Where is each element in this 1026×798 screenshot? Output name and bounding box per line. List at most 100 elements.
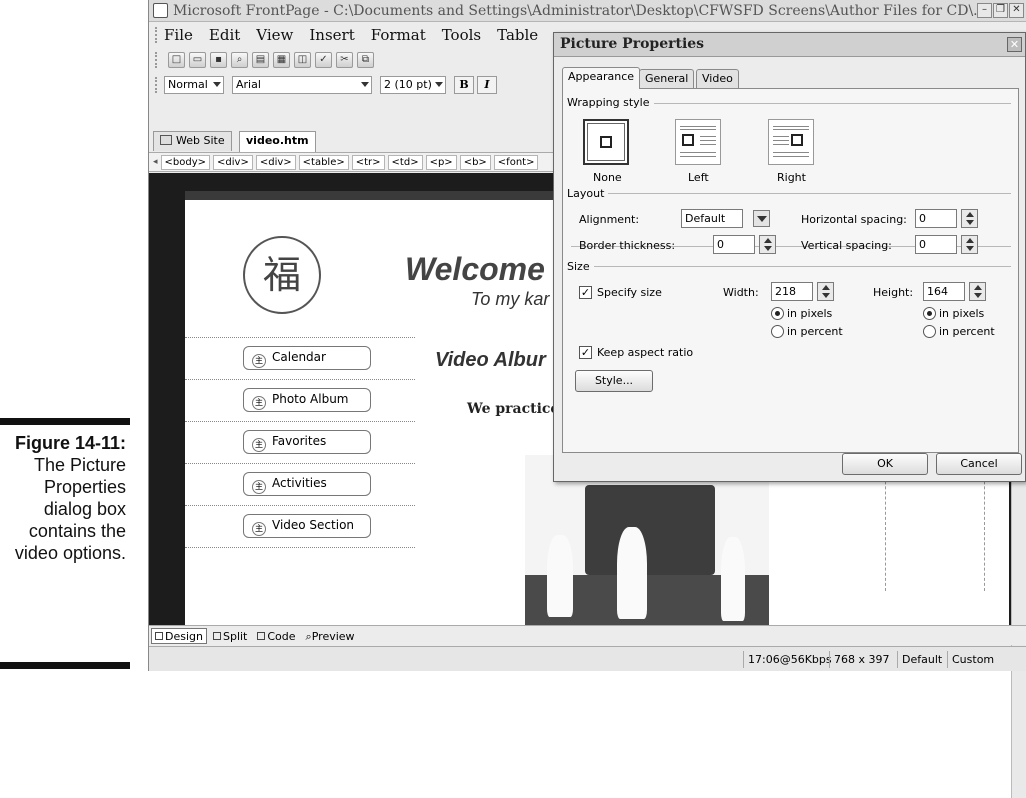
toolbar-grip[interactable]	[155, 77, 158, 93]
menu-insert[interactable]: Insert	[309, 26, 354, 44]
tag-div[interactable]: <div>	[213, 154, 253, 170]
width-label: Width:	[723, 286, 759, 299]
height-field[interactable]: 164	[923, 282, 965, 301]
nav-photo-album-label: Photo Album	[272, 392, 349, 406]
font-select[interactable]: Arial	[232, 76, 372, 94]
width-in-pixels-radio[interactable]	[771, 307, 784, 320]
tab-split[interactable]: Split	[209, 628, 251, 644]
menu-file[interactable]: File	[164, 26, 193, 44]
kanji-icon: 主	[252, 522, 266, 536]
appearance-panel: Wrapping style None Left Right Layout Al…	[562, 88, 1019, 453]
keep-aspect-ratio-checkbox[interactable]: ✓	[579, 346, 592, 359]
tag-b[interactable]: <b>	[459, 154, 491, 170]
menu-format[interactable]: Format	[371, 26, 426, 44]
open-icon[interactable]: ▭	[189, 52, 206, 68]
border-thickness-spinner[interactable]	[759, 235, 776, 254]
tag-td[interactable]: <td>	[387, 154, 423, 170]
tag-p[interactable]: <p>	[425, 154, 457, 170]
restore-icon[interactable]: ❐	[993, 3, 1008, 18]
tag-div[interactable]: <div>	[255, 154, 296, 170]
tab-preview[interactable]: ⌕Preview	[302, 628, 359, 644]
nav-video-section-button[interactable]: 主 Video Section	[243, 514, 371, 538]
tab-web-site[interactable]: Web Site	[153, 131, 232, 151]
close-icon[interactable]: ✕	[1009, 3, 1024, 18]
font-size-select[interactable]: 2 (10 pt)	[380, 76, 446, 94]
style-button[interactable]: Style...	[575, 370, 653, 392]
welcome-tagline: To my kar	[471, 289, 550, 309]
width-spinner[interactable]	[817, 282, 834, 301]
nav-favorites-button[interactable]: 主 Favorites	[243, 430, 371, 454]
menu-view[interactable]: View	[256, 26, 293, 44]
menu-table[interactable]: Table	[497, 26, 538, 44]
tag-tr[interactable]: <tr>	[351, 154, 385, 170]
vertical-spacing-spinner[interactable]	[961, 235, 978, 254]
wrap-right-label: Right	[777, 171, 806, 184]
figure-caption-text: The Picture Properties dialog box contai…	[14, 455, 126, 563]
spin-up-icon	[822, 285, 830, 290]
tab-general[interactable]: General	[639, 69, 695, 88]
nav-calendar-button[interactable]: 主 Calendar	[243, 346, 371, 370]
wrap-none-option[interactable]	[583, 119, 629, 165]
print-icon[interactable]: ▤	[252, 52, 269, 68]
spelling-icon[interactable]: ✓	[315, 52, 332, 68]
print-preview-icon[interactable]: ◫	[294, 52, 311, 68]
tab-code[interactable]: Code	[253, 628, 299, 644]
nav-activities-button[interactable]: 主 Activities	[243, 472, 371, 496]
figure-number: Figure 14-11:	[14, 433, 126, 453]
chevron-down-icon[interactable]	[753, 210, 770, 227]
chevron-left-icon[interactable]: ◂	[153, 157, 158, 167]
menu-tools[interactable]: Tools	[442, 26, 481, 44]
video-clip[interactable]	[525, 455, 769, 641]
menu-edit[interactable]: Edit	[209, 26, 240, 44]
bold-button[interactable]: B	[454, 76, 474, 94]
group-divider	[571, 193, 1011, 194]
specify-size-checkbox[interactable]: ✓	[579, 286, 592, 299]
copy-icon[interactable]: ⧉	[357, 52, 374, 68]
tag-table[interactable]: <table>	[298, 154, 349, 170]
height-in-pixels-radio[interactable]	[923, 307, 936, 320]
horizontal-spacing-spinner[interactable]	[961, 209, 978, 228]
save-icon[interactable]: ▪	[210, 52, 227, 68]
height-label: Height:	[873, 286, 914, 299]
tag-body[interactable]: <body>	[160, 154, 211, 170]
alignment-select[interactable]: Default	[681, 209, 743, 228]
video-album-heading: Video Albur	[435, 349, 546, 371]
close-icon[interactable]: ✕	[1007, 37, 1022, 52]
border-thickness-field[interactable]: 0	[713, 235, 755, 254]
cut-icon[interactable]: ✂	[336, 52, 353, 68]
new-icon[interactable]: □	[168, 52, 185, 68]
find-icon[interactable]: ⌕	[231, 52, 248, 68]
italic-button[interactable]: I	[477, 76, 497, 94]
width-in-percent-radio[interactable]	[771, 325, 784, 338]
tag-font[interactable]: <font>	[493, 154, 539, 170]
horizontal-spacing-field[interactable]: 0	[915, 209, 957, 228]
toolbar-grip[interactable]	[155, 52, 158, 68]
specify-size-label: Specify size	[597, 286, 662, 299]
tab-appearance[interactable]: Appearance	[562, 67, 641, 89]
text-line	[773, 126, 809, 127]
width-field[interactable]: 218	[771, 282, 813, 301]
tab-video-htm[interactable]: video.htm	[239, 131, 316, 152]
nav-photo-album-button[interactable]: 主 Photo Album	[243, 388, 371, 412]
toolbar-grip[interactable]	[155, 27, 158, 43]
font-size-value: 2 (10 pt)	[384, 78, 432, 91]
tab-video[interactable]: Video	[696, 69, 739, 88]
text-line	[680, 129, 716, 130]
tab-design[interactable]: Design	[151, 627, 207, 644]
height-spinner[interactable]	[969, 282, 986, 301]
cancel-button[interactable]: Cancel	[936, 453, 1022, 475]
minimize-icon[interactable]: –	[977, 3, 992, 18]
view-icon[interactable]: ▦	[273, 52, 290, 68]
group-divider	[571, 266, 1011, 267]
vertical-spacing-field[interactable]: 0	[915, 235, 957, 254]
height-in-percent-label: in percent	[939, 325, 995, 338]
body-text: We practice	[467, 401, 560, 417]
wrap-right-option[interactable]	[768, 119, 814, 165]
text-line	[700, 136, 716, 137]
ok-button[interactable]: OK	[842, 453, 928, 475]
style-select[interactable]: Normal	[164, 76, 224, 94]
caption-rule-bottom	[0, 662, 130, 669]
wrap-left-option[interactable]	[675, 119, 721, 165]
status-dimensions: 768 x 397	[829, 651, 894, 668]
height-in-percent-radio[interactable]	[923, 325, 936, 338]
